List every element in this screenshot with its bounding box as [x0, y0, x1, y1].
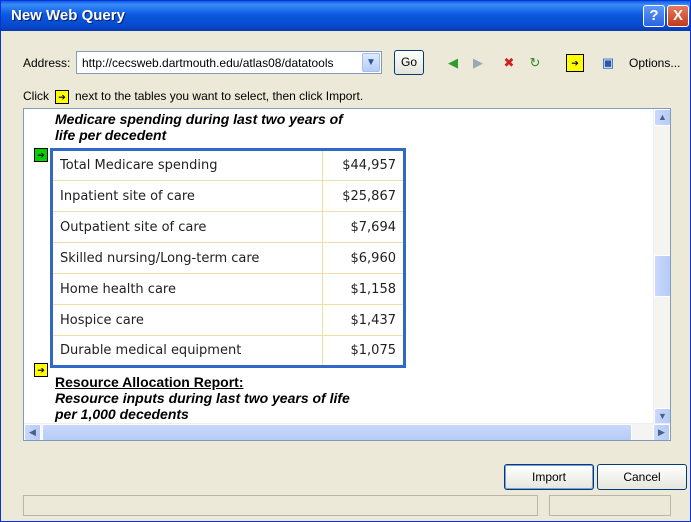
import-button[interactable]: Import — [504, 464, 594, 490]
address-combobox[interactable]: http://cecsweb.dartmouth.edu/atlas08/dat… — [76, 51, 382, 74]
address-input[interactable]: http://cecsweb.dartmouth.edu/atlas08/dat… — [82, 56, 358, 70]
scroll-up-icon[interactable]: ▲ — [654, 109, 670, 126]
vertical-scroll-thumb[interactable] — [654, 255, 670, 297]
row-label: Inpatient site of care — [51, 180, 323, 212]
vertical-scrollbar[interactable]: ▲ ▼ — [653, 109, 670, 425]
go-button[interactable]: Go — [394, 50, 424, 75]
show-icons-icon[interactable]: ➔ — [566, 54, 584, 72]
status-bar-secondary — [549, 495, 671, 516]
table-row: Total Medicare spending $44,957 — [51, 149, 405, 181]
instruction-after: next to the tables you want to select, t… — [75, 89, 364, 103]
window-title: New Web Query — [11, 7, 125, 24]
row-value: $44,957 — [322, 149, 405, 181]
close-button[interactable]: X — [667, 5, 689, 27]
table-row: Hospice care $1,437 — [51, 304, 405, 336]
row-label: Total Medicare spending — [51, 149, 323, 181]
row-label: Home health care — [51, 273, 323, 305]
address-label: Address: — [23, 56, 71, 70]
row-label: Outpatient site of care — [51, 211, 323, 243]
row-value: $1,437 — [322, 304, 405, 336]
row-label: Hospice care — [51, 304, 323, 336]
row-label: Durable medical equipment — [51, 335, 323, 367]
refresh-icon[interactable]: ↻ — [526, 54, 544, 72]
table-select-marker-selected[interactable]: ➔ — [34, 148, 48, 162]
arrow-marker-icon: ➔ — [55, 89, 69, 104]
row-value: $6,960 — [322, 242, 405, 274]
table-row: Durable medical equipment $1,075 — [51, 335, 405, 367]
back-icon[interactable]: ◀ — [444, 54, 462, 72]
options-button[interactable]: Options... — [629, 56, 680, 70]
medicare-spending-table: Total Medicare spending $44,957 Inpatient … — [50, 148, 406, 368]
row-label: Skilled nursing/Long-term care — [51, 242, 323, 274]
table-row: Home health care $1,158 — [51, 273, 405, 305]
row-value: $1,075 — [322, 335, 405, 367]
cancel-button[interactable]: Cancel — [597, 464, 687, 490]
status-bar-main — [23, 495, 538, 516]
resource-report-title: Resource Allocation Report: — [55, 374, 244, 390]
table-row: Outpatient site of care $7,694 — [51, 211, 405, 243]
web-page-preview: Medicare spending during last two years … — [23, 108, 671, 441]
stop-icon[interactable]: ✖ — [500, 54, 518, 72]
instruction-text: Click ➔ next to the tables you want to sel… — [23, 89, 363, 104]
section-heading-resource: Resource Allocation Report: Resource inp… — [55, 374, 355, 422]
forward-icon[interactable]: ▶ — [469, 54, 487, 72]
table-row: Inpatient site of care $25,867 — [51, 180, 405, 212]
scroll-right-icon[interactable]: ▶ — [653, 424, 670, 440]
horizontal-scroll-thumb[interactable] — [42, 424, 632, 440]
chevron-down-icon[interactable]: ▼ — [362, 53, 380, 72]
resource-report-subtitle: Resource inputs during last two years of… — [55, 390, 350, 422]
table-row: Skilled nursing/Long-term care $6,960 — [51, 242, 405, 274]
scroll-left-icon[interactable]: ◀ — [24, 424, 41, 440]
row-value: $7,694 — [322, 211, 405, 243]
title-bar[interactable]: New Web Query ? X — [1, 1, 690, 31]
section-heading-spending: Medicare spending during last two years … — [55, 111, 343, 143]
row-value: $25,867 — [322, 180, 405, 212]
new-web-query-dialog: New Web Query ? X Address: http://cecswe… — [0, 0, 691, 522]
horizontal-scrollbar[interactable]: ◀ ▶ — [24, 423, 670, 440]
instruction-before: Click — [23, 89, 49, 103]
row-value: $1,158 — [322, 273, 405, 305]
save-query-icon[interactable]: ▣ — [599, 54, 617, 72]
table-select-marker[interactable]: ➔ — [34, 363, 48, 377]
address-toolbar: Address: http://cecsweb.dartmouth.edu/at… — [1, 49, 690, 77]
help-button[interactable]: ? — [643, 5, 665, 27]
